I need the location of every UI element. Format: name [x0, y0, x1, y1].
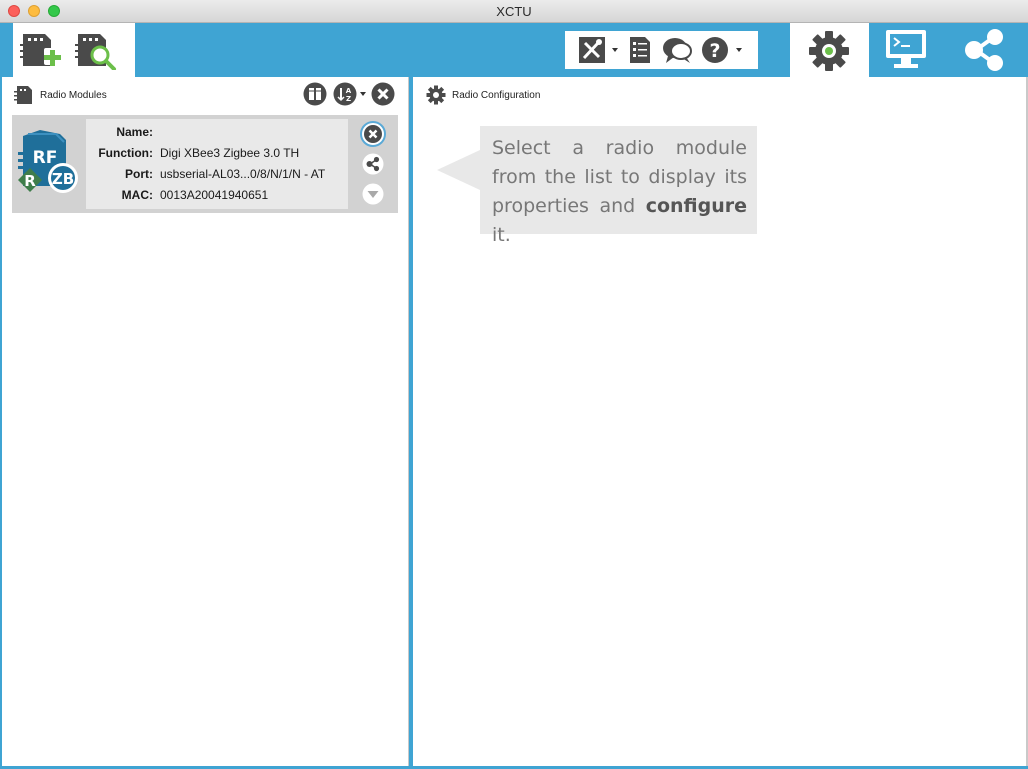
close-icon [371, 82, 395, 106]
console-icon [886, 30, 926, 68]
function-value: Digi XBee3 Zigbee 3.0 TH [160, 146, 300, 160]
network-icon [965, 29, 1003, 71]
xbee-module-icon: RF R ZB [16, 130, 82, 198]
remove-module-button[interactable] [360, 121, 386, 147]
tools-icon [579, 37, 605, 63]
configuration-mode-button[interactable] [808, 30, 850, 72]
help-icon: ? [702, 37, 728, 63]
network-mode-button[interactable] [962, 28, 1008, 72]
svg-text:?: ? [709, 40, 720, 62]
radio-configuration-title: Radio Configuration [452, 90, 541, 101]
chevron-down-icon [360, 92, 366, 96]
port-label: Port: [125, 167, 153, 181]
feedback-icon [663, 38, 692, 63]
book-icon [303, 82, 327, 106]
gear-icon [809, 31, 849, 71]
tools-button[interactable] [578, 36, 618, 64]
window-left-border [0, 77, 2, 769]
network-icon [362, 153, 384, 175]
frames-generator-button[interactable] [628, 36, 652, 64]
hint-text: Select a radio module from the list to d… [492, 134, 747, 250]
mac-label: MAC: [121, 188, 153, 202]
discover-radio-modules-button[interactable] [75, 28, 117, 71]
svg-text:A: A [346, 87, 352, 95]
router-badge: R [24, 172, 36, 190]
module-rf-text: RF [33, 148, 58, 168]
consoles-mode-button[interactable] [884, 28, 928, 72]
chevron-down-icon [736, 48, 742, 52]
mac-value: 0013A20041940651 [160, 188, 269, 202]
hint-text-end: it. [492, 224, 511, 246]
list-document-icon [630, 37, 650, 63]
zigbee-badge: ZB [52, 170, 74, 188]
discover-network-button[interactable] [362, 153, 384, 175]
feedback-button[interactable] [662, 36, 694, 64]
radio-module-small-icon [14, 85, 34, 110]
module-details: Name: Function: Digi XBee3 Zigbee 3.0 TH… [86, 119, 348, 209]
port-value: usbserial-AL03...0/8/N/1/N - AT [160, 167, 326, 181]
function-label: Function: [98, 146, 153, 160]
title-bar: XCTU [0, 0, 1028, 23]
window-title: XCTU [496, 4, 532, 19]
gear-icon [426, 85, 446, 110]
hint-text-bold: configure [645, 195, 747, 217]
manage-profiles-button[interactable] [303, 82, 327, 106]
radio-modules-title: Radio Modules [40, 90, 107, 101]
add-radio-module-icon [20, 34, 61, 66]
discover-radio-modules-icon [75, 34, 116, 71]
close-icon [360, 121, 386, 147]
callout-pointer [437, 150, 480, 190]
chevron-down-icon [362, 183, 384, 205]
help-button[interactable]: ? [700, 36, 744, 64]
expand-module-button[interactable] [362, 183, 384, 205]
svg-text:Z: Z [346, 95, 351, 103]
sort-modules-button[interactable]: A Z [333, 82, 367, 106]
chevron-down-icon [612, 48, 618, 52]
remove-all-modules-button[interactable] [371, 82, 395, 106]
select-module-hint: Select a radio module from the list to d… [480, 126, 757, 246]
sort-az-icon: A Z [333, 82, 357, 106]
add-radio-module-button[interactable] [20, 28, 62, 70]
name-label: Name: [116, 125, 153, 139]
main-toolbar [0, 23, 1028, 77]
